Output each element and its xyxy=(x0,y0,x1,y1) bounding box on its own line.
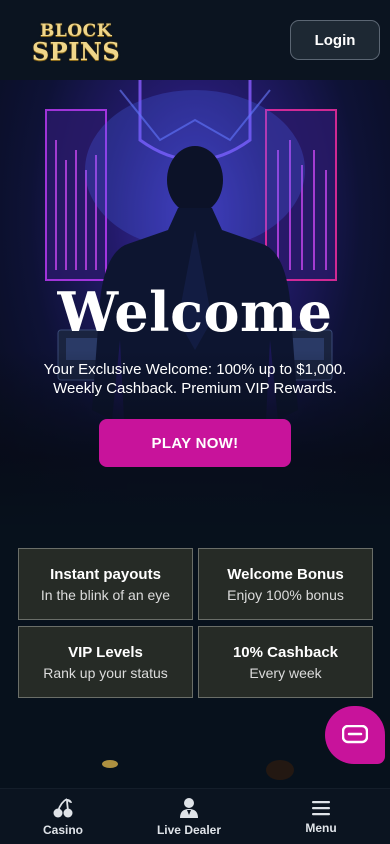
nav-label-live-dealer: Live Dealer xyxy=(156,823,222,837)
nav-label-casino: Casino xyxy=(42,823,83,837)
chat-icon xyxy=(342,725,368,744)
bottom-navigation: Casino Live Dealer Menu xyxy=(0,788,390,844)
play-now-button[interactable]: PLAY NOW! xyxy=(99,419,291,467)
feature-title: VIP Levels xyxy=(68,643,143,661)
feature-description: Rank up your status xyxy=(43,664,168,681)
feature-card-cashback: 10% Cashback Every week xyxy=(198,626,373,698)
cherries-icon xyxy=(53,798,73,818)
feature-title: 10% Cashback xyxy=(232,643,339,661)
hero-banner: Welcome Your Exclusive Welcome: 100% up … xyxy=(0,80,390,530)
nav-item-menu[interactable]: Menu xyxy=(290,789,352,844)
nav-item-casino[interactable]: Casino xyxy=(28,789,98,844)
feature-description: In the blink of an eye xyxy=(40,586,171,603)
hero-title: Welcome xyxy=(57,280,333,344)
feature-card-welcome-bonus: Welcome Bonus Enjoy 100% bonus xyxy=(198,548,373,620)
hero-subtitle-line-1: Your Exclusive Welcome: 100% up to $1,00… xyxy=(43,361,347,378)
hamburger-menu-icon xyxy=(312,801,330,816)
feature-card-instant-payouts: Instant payouts In the blink of an eye xyxy=(18,548,193,620)
hero-subtitle-line-2: Weekly Cashback. Premium VIP Rewards. xyxy=(53,380,337,397)
dealer-icon xyxy=(180,798,198,818)
feature-description: Every week xyxy=(249,664,322,681)
promo-strip-art xyxy=(102,760,294,780)
feature-title: Instant payouts xyxy=(50,565,161,583)
login-button[interactable]: Login xyxy=(290,20,380,60)
block-spins-logo[interactable]: BLOCK SPINS xyxy=(26,20,126,66)
logo-line-spins: SPINS xyxy=(31,37,121,66)
feature-description: Enjoy 100% bonus xyxy=(227,586,344,603)
hero-subtitle: Your Exclusive Welcome: 100% up to $1,00… xyxy=(0,360,390,398)
live-chat-button[interactable] xyxy=(325,706,385,764)
nav-label-menu: Menu xyxy=(305,821,337,835)
feature-card-vip-levels: VIP Levels Rank up your status xyxy=(18,626,193,698)
feature-title: Welcome Bonus xyxy=(227,565,344,583)
top-header: BLOCK SPINS Login xyxy=(0,0,390,80)
nav-item-live-dealer[interactable]: Live Dealer xyxy=(149,789,229,844)
